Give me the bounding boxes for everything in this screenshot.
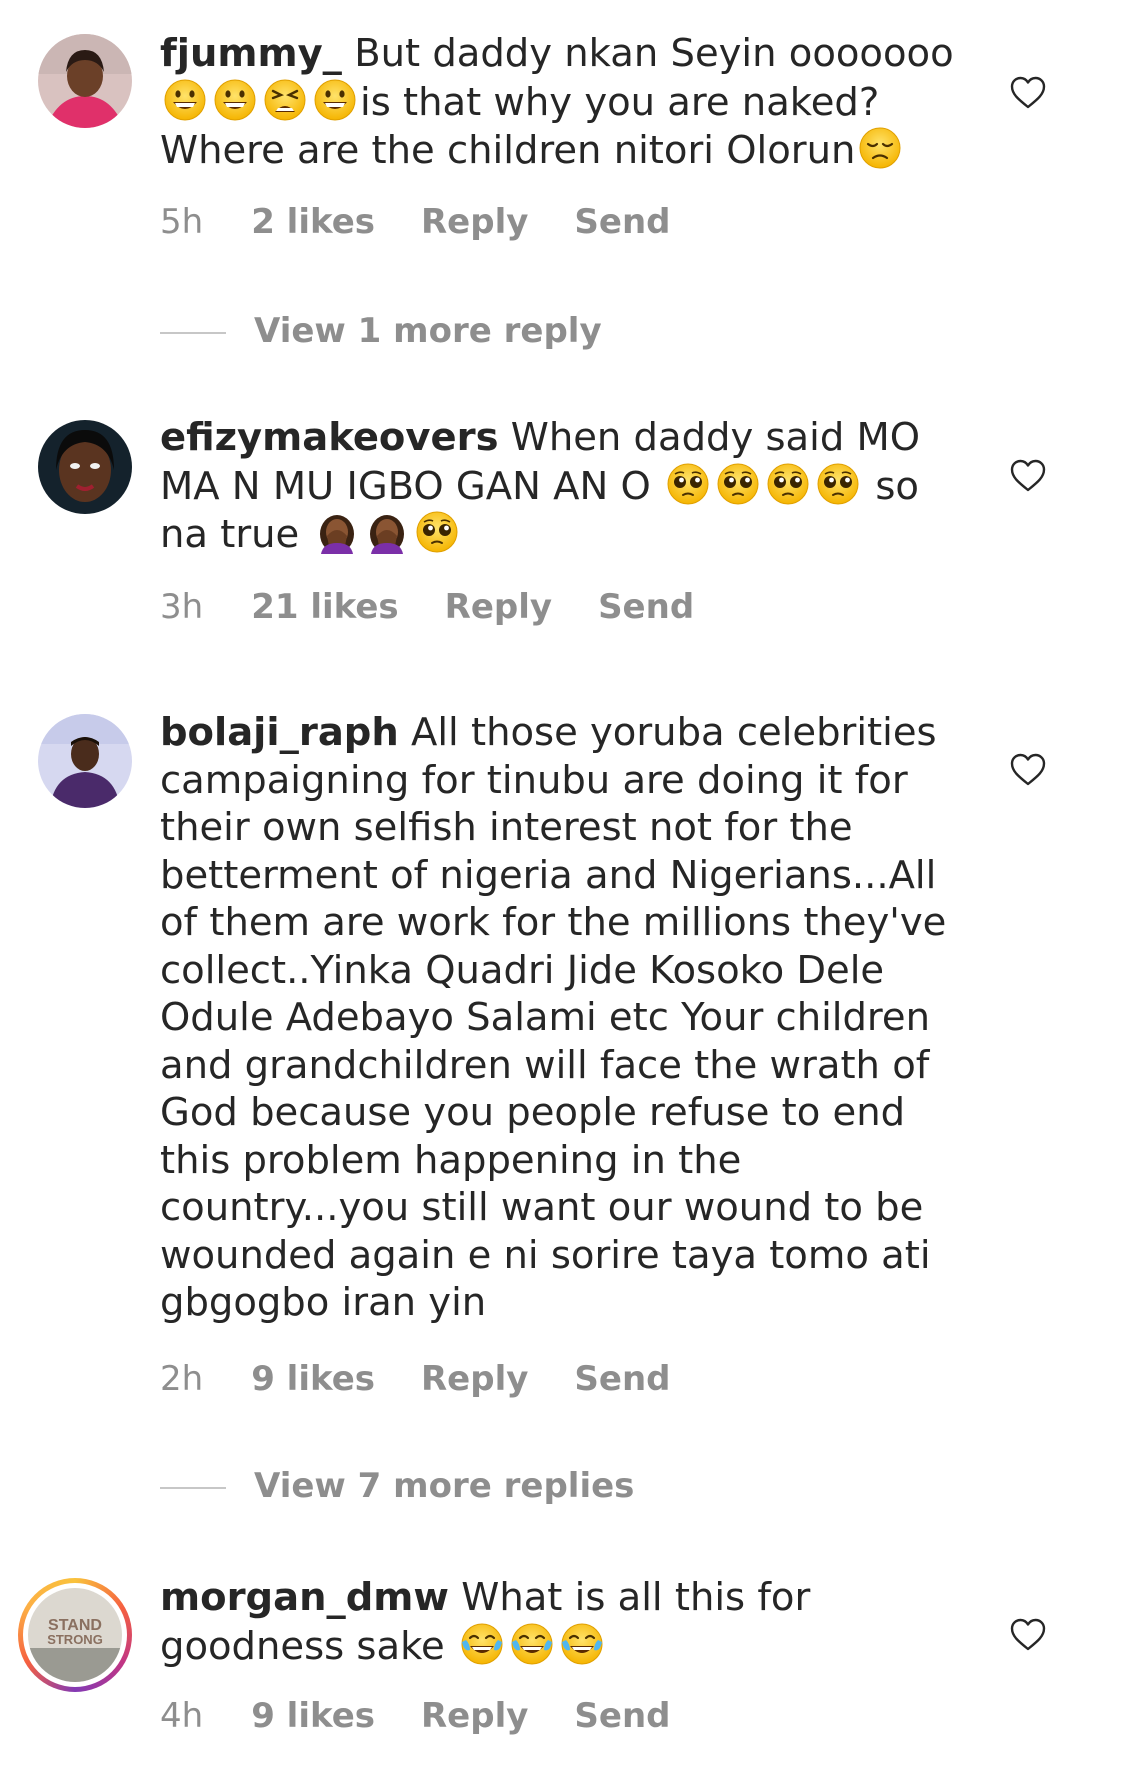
face-with-tears-of-joy-emoji-icon	[560, 1622, 604, 1666]
comment-meta: 3h 21 likes Reply Send	[160, 587, 740, 627]
comment-text: But daddy nkan Seyin ooooooo	[354, 31, 954, 76]
reply-button[interactable]: Reply	[421, 202, 528, 242]
divider	[160, 331, 226, 334]
likes-count[interactable]: 9 likes	[251, 1696, 375, 1736]
disappointed-face-emoji-icon	[858, 126, 902, 170]
send-button[interactable]: Send	[574, 1359, 670, 1399]
comment-time: 3h	[160, 587, 204, 627]
woman-facepalming-emoji-icon	[315, 510, 359, 554]
avatar-story-ring[interactable]: STAND STRONG	[18, 1578, 132, 1692]
comment-time: 5h	[160, 202, 204, 242]
comment-meta: 5h 2 likes Reply Send	[160, 202, 717, 242]
avatar[interactable]	[38, 34, 132, 128]
grinning-face-emoji-icon	[313, 78, 357, 122]
likes-count[interactable]: 21 likes	[251, 587, 398, 627]
reply-button[interactable]: Reply	[421, 1359, 528, 1399]
divider	[160, 1486, 226, 1489]
comment-username[interactable]: bolaji_raph	[160, 710, 399, 755]
likes-count[interactable]: 2 likes	[251, 202, 375, 242]
avatar: STAND STRONG	[28, 1588, 122, 1682]
comment-username[interactable]: morgan_dmw	[160, 1575, 449, 1620]
comment-time: 2h	[160, 1359, 204, 1399]
comment-body: fjummy_ But daddy nkan Seyin ooooooo is …	[160, 30, 960, 175]
send-button[interactable]: Send	[574, 1696, 670, 1736]
pleading-face-emoji-icon	[766, 462, 810, 506]
avatar-text: STRONG	[47, 1632, 103, 1647]
heart-outline-icon[interactable]	[1010, 459, 1046, 493]
reply-button[interactable]: Reply	[421, 1696, 528, 1736]
comment-meta: 4h 9 likes Reply Send	[160, 1696, 717, 1736]
comment-text: All those yoruba celebrities campaigning…	[160, 710, 947, 1325]
woman-facepalming-emoji-icon	[365, 510, 409, 554]
comment-time: 4h	[160, 1696, 204, 1736]
pleading-face-emoji-icon	[666, 462, 710, 506]
comment-username[interactable]: efizymakeovers	[160, 415, 499, 460]
pleading-face-emoji-icon	[415, 510, 459, 554]
view-more-label: View 7 more replies	[254, 1466, 635, 1506]
grinning-face-emoji-icon	[163, 78, 207, 122]
avatar[interactable]	[38, 420, 132, 514]
send-button[interactable]: Send	[598, 587, 694, 627]
pleading-face-emoji-icon	[716, 462, 760, 506]
comment-username[interactable]: fjummy_	[160, 31, 342, 76]
view-more-label: View 1 more reply	[254, 311, 602, 351]
view-more-replies[interactable]: View 1 more reply	[160, 311, 602, 351]
likes-count[interactable]: 9 likes	[251, 1359, 375, 1399]
comment-body: morgan_dmw What is all this for goodness…	[160, 1574, 960, 1670]
grinning-face-emoji-icon	[213, 78, 257, 122]
reply-button[interactable]: Reply	[445, 587, 552, 627]
comment-meta: 2h 9 likes Reply Send	[160, 1359, 717, 1399]
comment-body: efizymakeovers When daddy said MO MA N M…	[160, 414, 960, 559]
face-with-tears-of-joy-emoji-icon	[460, 1622, 504, 1666]
heart-outline-icon[interactable]	[1010, 76, 1046, 110]
avatar[interactable]	[38, 714, 132, 808]
heart-outline-icon[interactable]	[1010, 753, 1046, 787]
pleading-face-emoji-icon	[816, 462, 860, 506]
view-more-replies[interactable]: View 7 more replies	[160, 1466, 634, 1506]
tired-face-emoji-icon	[263, 78, 307, 122]
comment-body: bolaji_raph All those yoruba celebrities…	[160, 709, 960, 1327]
face-with-tears-of-joy-emoji-icon	[510, 1622, 554, 1666]
send-button[interactable]: Send	[574, 202, 670, 242]
heart-outline-icon[interactable]	[1010, 1618, 1046, 1652]
